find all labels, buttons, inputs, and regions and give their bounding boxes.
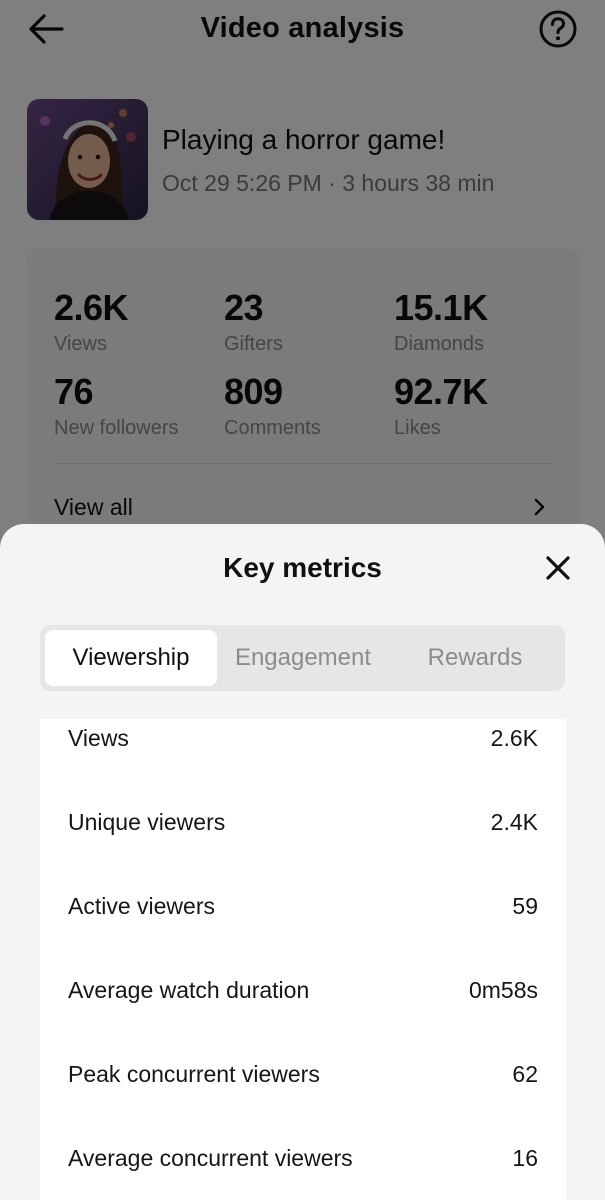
sheet-title: Key metrics	[223, 552, 382, 583]
tab-engagement[interactable]: Engagement	[218, 630, 388, 686]
metric-row-views: Views 2.6K	[40, 719, 566, 803]
key-metrics-sheet: Key metrics Viewership Engagement Reward…	[0, 524, 605, 1200]
metric-label: Views	[68, 725, 129, 751]
close-button[interactable]	[541, 551, 575, 585]
metric-label: Peak concurrent viewers	[68, 1061, 320, 1087]
metric-value: 62	[512, 1061, 538, 1087]
metric-list[interactable]: Views 2.6K Unique viewers 2.4K Active vi…	[40, 719, 566, 1200]
metrics-tabs: Viewership Engagement Rewards	[40, 625, 565, 691]
metric-value: 0m58s	[468, 977, 538, 1003]
metric-value: 2.6K	[490, 725, 538, 751]
tab-viewership[interactable]: Viewership	[45, 630, 217, 686]
close-icon	[546, 556, 570, 580]
metric-row-unique-viewers: Unique viewers 2.4K	[40, 803, 566, 887]
metric-value: 16	[512, 1145, 538, 1171]
metric-label: Average watch duration	[68, 977, 310, 1003]
metric-value: 2.4K	[490, 809, 538, 835]
metric-row-peak-concurrent-viewers: Peak concurrent viewers 62	[40, 1055, 566, 1139]
metric-row-average-concurrent-viewers: Average concurrent viewers 16	[40, 1139, 566, 1200]
metric-label: Average concurrent viewers	[68, 1145, 353, 1171]
metric-value: 59	[512, 893, 538, 919]
metric-row-active-viewers: Active viewers 59	[40, 887, 566, 971]
video-analysis-page: Video analysis	[0, 0, 605, 1200]
metric-label: Active viewers	[68, 893, 215, 919]
metric-label: Unique viewers	[68, 809, 226, 835]
tab-rewards[interactable]: Rewards	[390, 630, 560, 686]
metric-row-average-watch-duration: Average watch duration 0m58s	[40, 971, 566, 1055]
